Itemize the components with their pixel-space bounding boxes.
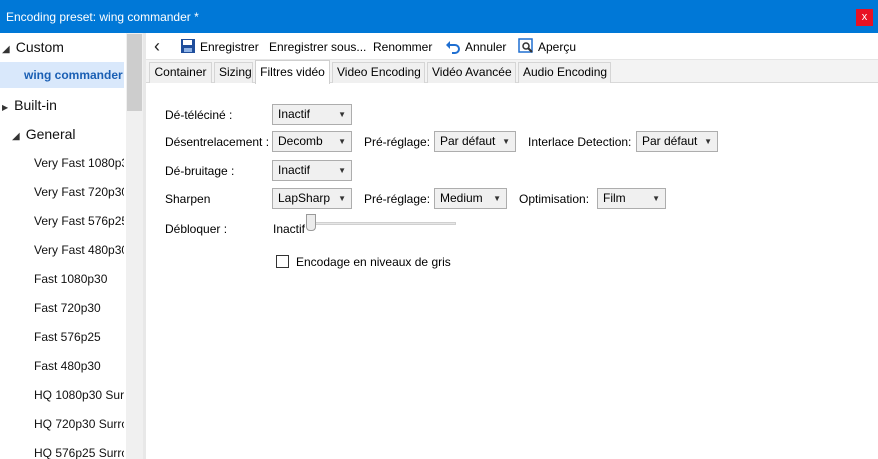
tab-video-avancee[interactable]: Vidéo Avancée <box>427 62 516 83</box>
tree-item-preset[interactable]: HQ 576p25 Surround <box>0 440 124 459</box>
deblock-slider-thumb[interactable] <box>306 214 316 231</box>
sharpen-preset-label: Pré-réglage: <box>364 192 431 206</box>
deblock-slider[interactable] <box>310 222 456 225</box>
window-title: Encoding preset: wing commander * <box>6 10 199 24</box>
save-as-button[interactable]: Enregistrer sous... <box>269 38 366 56</box>
undo-icon <box>446 41 460 54</box>
interlace-detection-label: Interlace Detection: <box>528 135 632 149</box>
back-icon[interactable]: ‹ <box>154 36 160 56</box>
chevron-down-icon: ▼ <box>502 137 510 146</box>
grayscale-checkbox[interactable] <box>276 255 289 268</box>
optimisation-select[interactable]: Film ▼ <box>597 188 666 209</box>
expand-arrow-icon[interactable]: ◢ <box>12 124 20 147</box>
deinterlace-preset-select[interactable]: Par défaut ▼ <box>434 131 516 152</box>
chevron-down-icon: ▼ <box>652 194 660 203</box>
denoise-select[interactable]: Inactif ▼ <box>272 160 352 181</box>
expand-arrow-icon[interactable]: ◢ <box>2 37 10 60</box>
chevron-down-icon: ▼ <box>338 194 346 203</box>
save-button[interactable]: Enregistrer <box>180 38 259 56</box>
sidebar-divider <box>143 33 146 459</box>
chevron-down-icon: ▼ <box>338 166 346 175</box>
sidebar-scroll-thumb[interactable] <box>127 34 142 111</box>
floppy-icon <box>181 39 195 53</box>
chevron-down-icon: ▼ <box>493 194 501 203</box>
sharpen-select[interactable]: LapSharp ▼ <box>272 188 352 209</box>
preview-button[interactable]: Aperçu <box>518 38 576 56</box>
grayscale-label: Encodage en niveaux de gris <box>296 255 451 269</box>
sharpen-preset-select[interactable]: Medium ▼ <box>434 188 507 209</box>
tab-audio-encoding[interactable]: Audio Encoding <box>518 62 611 83</box>
denoise-label: Dé-bruitage : <box>165 164 235 178</box>
chevron-down-icon: ▼ <box>338 137 346 146</box>
tree-item-general[interactable]: ◢ General <box>0 121 124 147</box>
title-bar: Encoding preset: wing commander * x <box>0 0 878 33</box>
tab-container[interactable]: Container <box>149 62 212 83</box>
interlace-detection-select[interactable]: Par défaut ▼ <box>636 131 718 152</box>
deblock-label: Débloquer : <box>165 222 228 236</box>
close-button[interactable]: x <box>856 9 873 26</box>
detelecine-label: Dé-téléciné : <box>165 108 233 122</box>
chevron-down-icon: ▼ <box>338 110 346 119</box>
undo-button[interactable]: Annuler <box>445 38 506 56</box>
sharpen-label: Sharpen <box>165 192 211 206</box>
tree-item-preset[interactable]: HQ 720p30 Surround <box>0 411 124 437</box>
tree-item-preset[interactable]: Very Fast 576p25 <box>0 208 124 234</box>
tree-item-preset[interactable]: Very Fast 1080p30 <box>0 150 124 176</box>
tree-item-preset[interactable]: Fast 576p25 <box>0 324 124 350</box>
collapse-arrow-icon[interactable]: ▶ <box>2 95 8 118</box>
deinterlace-preset-label: Pré-réglage: <box>364 135 431 149</box>
tree-item-built-in[interactable]: ▶ Built-in <box>0 92 124 118</box>
chevron-down-icon: ▼ <box>704 137 712 146</box>
optimisation-label: Optimisation: <box>519 192 590 206</box>
tree-item-preset[interactable]: Fast 1080p30 <box>0 266 124 292</box>
tree-item-wing-commander[interactable]: wing commander <box>0 62 124 88</box>
tree-item-preset[interactable]: HQ 1080p30 Surround <box>0 382 124 408</box>
tree-item-custom[interactable]: ◢ Custom <box>0 34 124 60</box>
tab-strip: Container Sizing Filtres vidéo Video Enc… <box>146 60 878 84</box>
detelecine-select[interactable]: Inactif ▼ <box>272 104 352 125</box>
tree-item-preset[interactable]: Fast 480p30 <box>0 353 124 379</box>
tree-item-preset[interactable]: Very Fast 480p30 <box>0 237 124 263</box>
preview-icon <box>518 38 533 53</box>
tab-sizing[interactable]: Sizing <box>214 62 253 83</box>
tab-filtres-video[interactable]: Filtres vidéo <box>255 60 330 84</box>
toolbar: ‹ Enregistrer Enregistrer sous... Renomm… <box>146 33 878 60</box>
tab-video-encoding[interactable]: Video Encoding <box>332 62 425 83</box>
tree-item-preset[interactable]: Fast 720p30 <box>0 295 124 321</box>
deblock-value: Inactif <box>273 222 306 236</box>
tree-item-preset[interactable]: Very Fast 720p30 <box>0 179 124 205</box>
deinterlace-select[interactable]: Decomb ▼ <box>272 131 352 152</box>
rename-button[interactable]: Renommer <box>373 38 432 56</box>
preset-tree: ◢ Custom wing commander ▶ Built-in ◢ Genera… <box>0 33 146 459</box>
deinterlace-label: Désentrelacement : <box>165 135 270 149</box>
